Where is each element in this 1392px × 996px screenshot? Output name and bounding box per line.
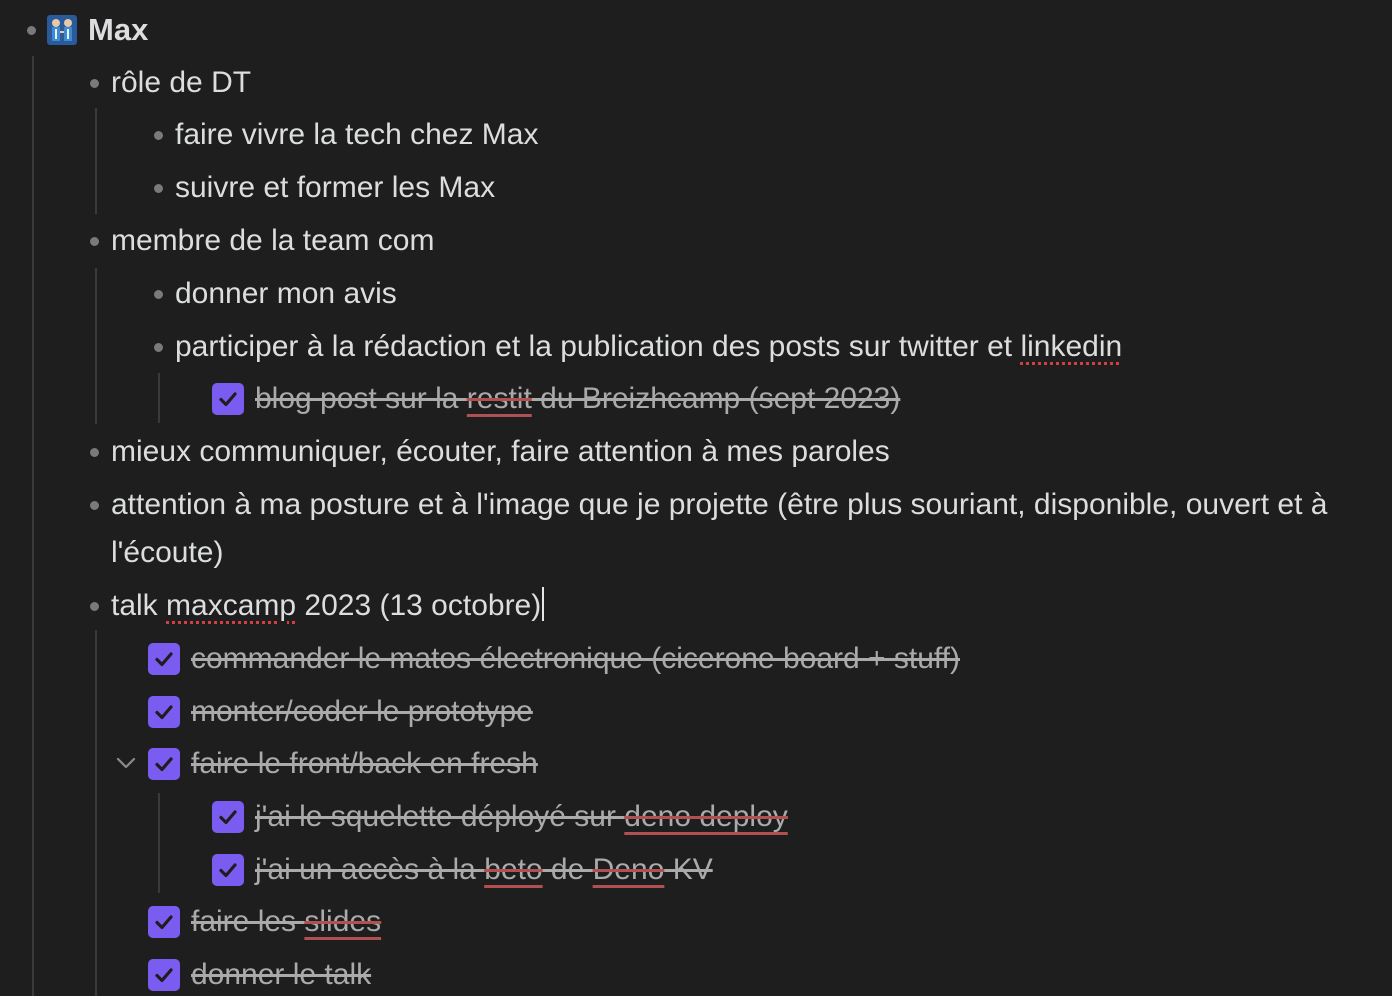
task-label: j'ai le squelette déployé sur deno deplo… [255, 793, 788, 841]
misspelled-word[interactable]: deno deploy [624, 800, 787, 833]
misspelled-word[interactable]: restit [467, 382, 532, 415]
label-part: blog post sur la [255, 382, 467, 415]
checkmark-icon [155, 915, 173, 930]
text-cursor [542, 587, 545, 621]
indent-guide [95, 630, 97, 996]
task-label: commander le matos électronique (ciceron… [191, 642, 960, 675]
misspelled-word[interactable]: linkedin [1020, 330, 1122, 363]
bullet[interactable] [90, 237, 99, 246]
misspelled-word[interactable]: slides [304, 905, 381, 938]
indent-guide [95, 108, 97, 214]
label-part: KV [664, 853, 713, 886]
bullet[interactable] [27, 26, 36, 35]
indent-guide [158, 373, 160, 423]
bullet[interactable] [90, 79, 99, 88]
task-checkbox[interactable] [212, 801, 244, 833]
task-checkbox[interactable] [212, 383, 244, 415]
label-part: de [542, 853, 593, 886]
task-checkbox[interactable] [148, 696, 180, 728]
outline-item-label: mieux communiquer, écouter, faire attent… [111, 435, 890, 468]
outline-item-label: suivre et former les Max [175, 171, 496, 204]
misspelled-word[interactable]: beto [484, 853, 542, 886]
outline-item-label: faire vivre la tech chez Max [175, 118, 539, 151]
checkmark-icon [219, 863, 237, 878]
task-label: blog post sur la restit du Breizhcamp (s… [255, 375, 900, 423]
misspelled-word[interactable]: maxcamp [166, 589, 296, 622]
indent-guide [32, 56, 34, 996]
checkmark-icon [155, 652, 173, 667]
task-checkbox[interactable] [148, 959, 180, 991]
bullet[interactable] [154, 184, 163, 193]
outline-item-label: attention à ma posture et à l'image que … [111, 488, 1328, 569]
bullet[interactable] [154, 131, 163, 140]
checkmark-icon [219, 392, 237, 407]
task-checkbox[interactable] [212, 854, 244, 886]
label-part: talk [111, 589, 167, 622]
indent-guide [158, 793, 160, 893]
task-label: j'ai un accès à la beto de Deno KV [255, 846, 713, 894]
task-checkbox[interactable] [148, 748, 180, 780]
indent-guide [95, 268, 97, 424]
task-label: faire les slides [191, 898, 381, 946]
task-label: monter/coder le prototype [191, 695, 533, 728]
outline-item-label: donner mon avis [175, 277, 397, 310]
outline-item-label: participer à la rédaction et la publicat… [175, 323, 1122, 371]
bullet[interactable] [90, 448, 99, 457]
chevron-down-icon[interactable] [115, 755, 137, 771]
outline-item-label: Max [88, 12, 149, 47]
task-checkbox[interactable] [148, 906, 180, 938]
bullet[interactable] [154, 290, 163, 299]
checkmark-icon [155, 968, 173, 983]
task-label: faire le front/back en fresh [191, 747, 538, 780]
outline-item-label: talk maxcamp 2023 (13 octobre) [111, 582, 545, 630]
label-part: faire les [191, 905, 305, 938]
outline-item-label: rôle de DT [111, 66, 252, 99]
people-holding-hands-icon [47, 15, 77, 45]
bullet[interactable] [90, 602, 99, 611]
checkmark-icon [155, 705, 173, 720]
label-part: 2023 (13 octobre) [296, 589, 542, 622]
bullet[interactable] [154, 343, 163, 352]
misspelled-word[interactable]: Deno [593, 853, 665, 886]
label-part: participer à la rédaction et la publicat… [175, 330, 1021, 363]
task-checkbox[interactable] [148, 643, 180, 675]
checkmark-icon [219, 810, 237, 825]
task-label: donner le talk [191, 958, 372, 991]
label-part: j'ai un accès à la [255, 853, 485, 886]
bullet[interactable] [90, 501, 99, 510]
label-part: du Breizhcamp (sept 2023) [531, 382, 901, 415]
label-part: j'ai le squelette déployé sur [255, 800, 625, 833]
outline-item-label: membre de la team com [111, 224, 435, 257]
checkmark-icon [155, 757, 173, 772]
